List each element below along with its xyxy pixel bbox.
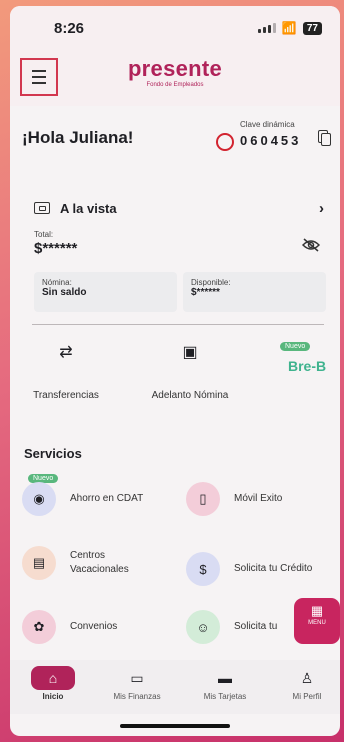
disponible-box: Disponible: $******	[183, 272, 326, 312]
tab-mis-tarjetas[interactable]: ▬ Mis Tarjetas	[190, 666, 260, 701]
service-vacation-centers[interactable]: ▤ Centros Vacacionales	[22, 546, 129, 580]
chevron-right-icon[interactable]: ›	[319, 200, 324, 217]
service-label: Móvil Exito	[234, 493, 283, 504]
tab-mis-finanzas[interactable]: ▭ Mis Finanzas	[102, 666, 172, 702]
quick-action-label: Transferencias	[33, 390, 99, 401]
tab-mi-perfil[interactable]: ♙ Mi Perfil	[272, 666, 340, 702]
top-bar: presente Fondo de Empleados	[10, 50, 340, 106]
credit-hand-icon: $	[186, 552, 220, 586]
timer-ring-icon	[216, 133, 234, 151]
user-icon: ♙	[300, 669, 314, 686]
account-row[interactable]: A la vista ›	[34, 198, 324, 218]
disponible-label: Disponible:	[191, 278, 231, 287]
service-solicita[interactable]: ☺ Solicita tu	[186, 610, 277, 644]
service-cdat[interactable]: ◉ Ahorro en CDAT	[22, 482, 143, 516]
status-time: 8:26	[54, 20, 85, 37]
transfer-icon: ⇄	[59, 344, 73, 361]
brand-name: presente	[127, 56, 223, 81]
copy-icon[interactable]	[318, 130, 332, 148]
service-movil-exito[interactable]: ▯ Móvil Exito	[186, 482, 282, 516]
tab-label: Mis Tarjetas	[203, 692, 247, 701]
grid-icon: ▦	[310, 603, 324, 618]
app-screen: 8:26 📶 77 presente Fondo de Empleados ¡H…	[10, 6, 340, 736]
quick-actions: ⇄ Transferencias ▣ Adelanto Nómina Nuevo…	[10, 334, 340, 414]
suitcase-icon: ▤	[22, 546, 56, 580]
status-icons: 📶 77	[257, 21, 322, 35]
quick-action-payroll-advance[interactable]: ▣ Adelanto Nómina	[140, 334, 240, 401]
menu-fab-button[interactable]: ▦ MENU	[294, 598, 340, 644]
service-label: Centros Vacacionales	[70, 550, 129, 575]
battery-icon: 77	[302, 21, 322, 35]
mobile-phone-icon: ▯	[186, 482, 220, 516]
home-icon: ⌂	[31, 666, 75, 690]
services-title: Servicios	[24, 446, 82, 461]
greeting-section: ¡Hola Juliana! Clave dinámica 060453	[10, 106, 340, 174]
brand-logo: presente Fondo de Empleados	[10, 57, 340, 89]
cdat-icon: ◉	[22, 482, 56, 516]
tab-label: Mis Finanzas	[113, 692, 161, 701]
quick-action-transfers[interactable]: ⇄ Transferencias	[26, 334, 106, 401]
service-label: Solicita tu Crédito	[234, 563, 313, 574]
home-indicator	[120, 724, 230, 728]
tab-inicio[interactable]: ⌂ Inicio	[18, 666, 88, 701]
service-convenios[interactable]: ✿ Convenios	[22, 610, 117, 644]
people-icon: ☺	[186, 610, 220, 644]
tab-label: Inicio	[42, 692, 64, 701]
nomina-box: Nómina: Sin saldo	[34, 272, 177, 312]
brand-tagline: Fondo de Empleados	[146, 82, 204, 88]
wallet-icon	[34, 202, 50, 214]
payroll-advance-icon: ▣	[182, 344, 198, 361]
disponible-value: $******	[191, 287, 220, 298]
wallet-icon: ▭	[130, 669, 144, 686]
lotus-icon: ✿	[22, 610, 56, 644]
signal-icon	[257, 23, 276, 33]
nomina-label: Nómina:	[42, 278, 72, 287]
tab-label: Mi Perfil	[292, 692, 322, 701]
nomina-value: Sin saldo	[42, 287, 87, 298]
dynamic-key-label: Clave dinámica	[240, 120, 295, 129]
quick-action-label: Adelanto Nómina	[151, 390, 229, 401]
fab-label: MENU	[308, 620, 326, 626]
breb-logo[interactable]: Bre-B	[288, 358, 326, 374]
wifi-icon: 📶	[281, 21, 297, 35]
card-icon: ▬	[218, 670, 232, 686]
account-card: A la vista › Total: $****** Nómina: Sin …	[22, 186, 328, 318]
service-label: Ahorro en CDAT	[70, 493, 144, 504]
eye-slash-icon[interactable]	[302, 238, 320, 252]
status-bar: 8:26 📶 77	[10, 6, 340, 50]
service-label: Convenios	[70, 621, 118, 632]
balance-boxes: Nómina: Sin saldo Disponible: $******	[34, 272, 326, 312]
greeting-title: ¡Hola Juliana!	[22, 128, 134, 147]
dynamic-key: Clave dinámica 060453	[212, 120, 332, 160]
total-label: Total:	[34, 230, 54, 239]
dynamic-key-code: 060453	[240, 133, 302, 148]
new-badge: Nuevo	[280, 342, 311, 351]
total-value: $******	[34, 240, 78, 257]
bottom-tab-bar: ⌂ Inicio ▭ Mis Finanzas ▬ Mis Tarjetas ♙…	[10, 660, 340, 714]
service-label: Solicita tu	[234, 621, 278, 632]
divider	[32, 324, 324, 325]
service-credit[interactable]: $ Solicita tu Crédito	[186, 552, 312, 586]
account-name: A la vista	[60, 200, 117, 216]
